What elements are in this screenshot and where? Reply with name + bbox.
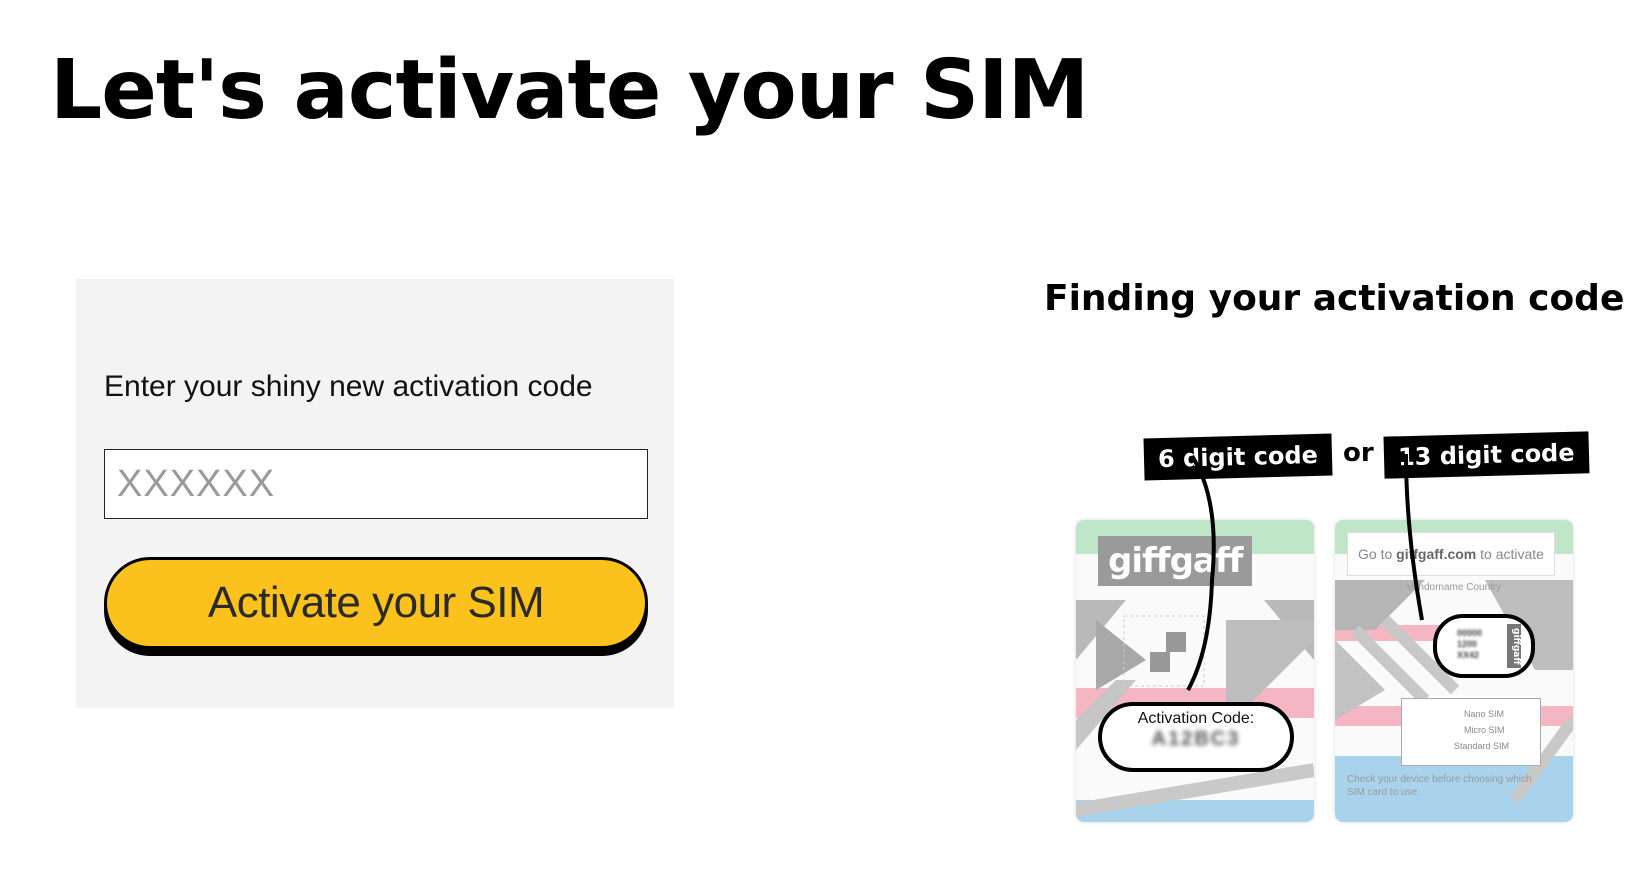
help-title: Finding your activation code xyxy=(1044,278,1625,319)
activate-sim-button[interactable]: Activate your SIM xyxy=(104,557,648,649)
page-title: Let's activate your SIM xyxy=(50,43,1089,138)
activation-code-diagram: 6 digit code or 13 digit code giffgaff A… xyxy=(1060,420,1600,830)
activation-form-panel: Enter your shiny new activation code Act… xyxy=(76,279,674,708)
activation-code-input[interactable] xyxy=(104,449,648,519)
activation-code-label: Enter your shiny new activation code xyxy=(104,370,593,403)
pointer-lines xyxy=(1186,453,1424,691)
